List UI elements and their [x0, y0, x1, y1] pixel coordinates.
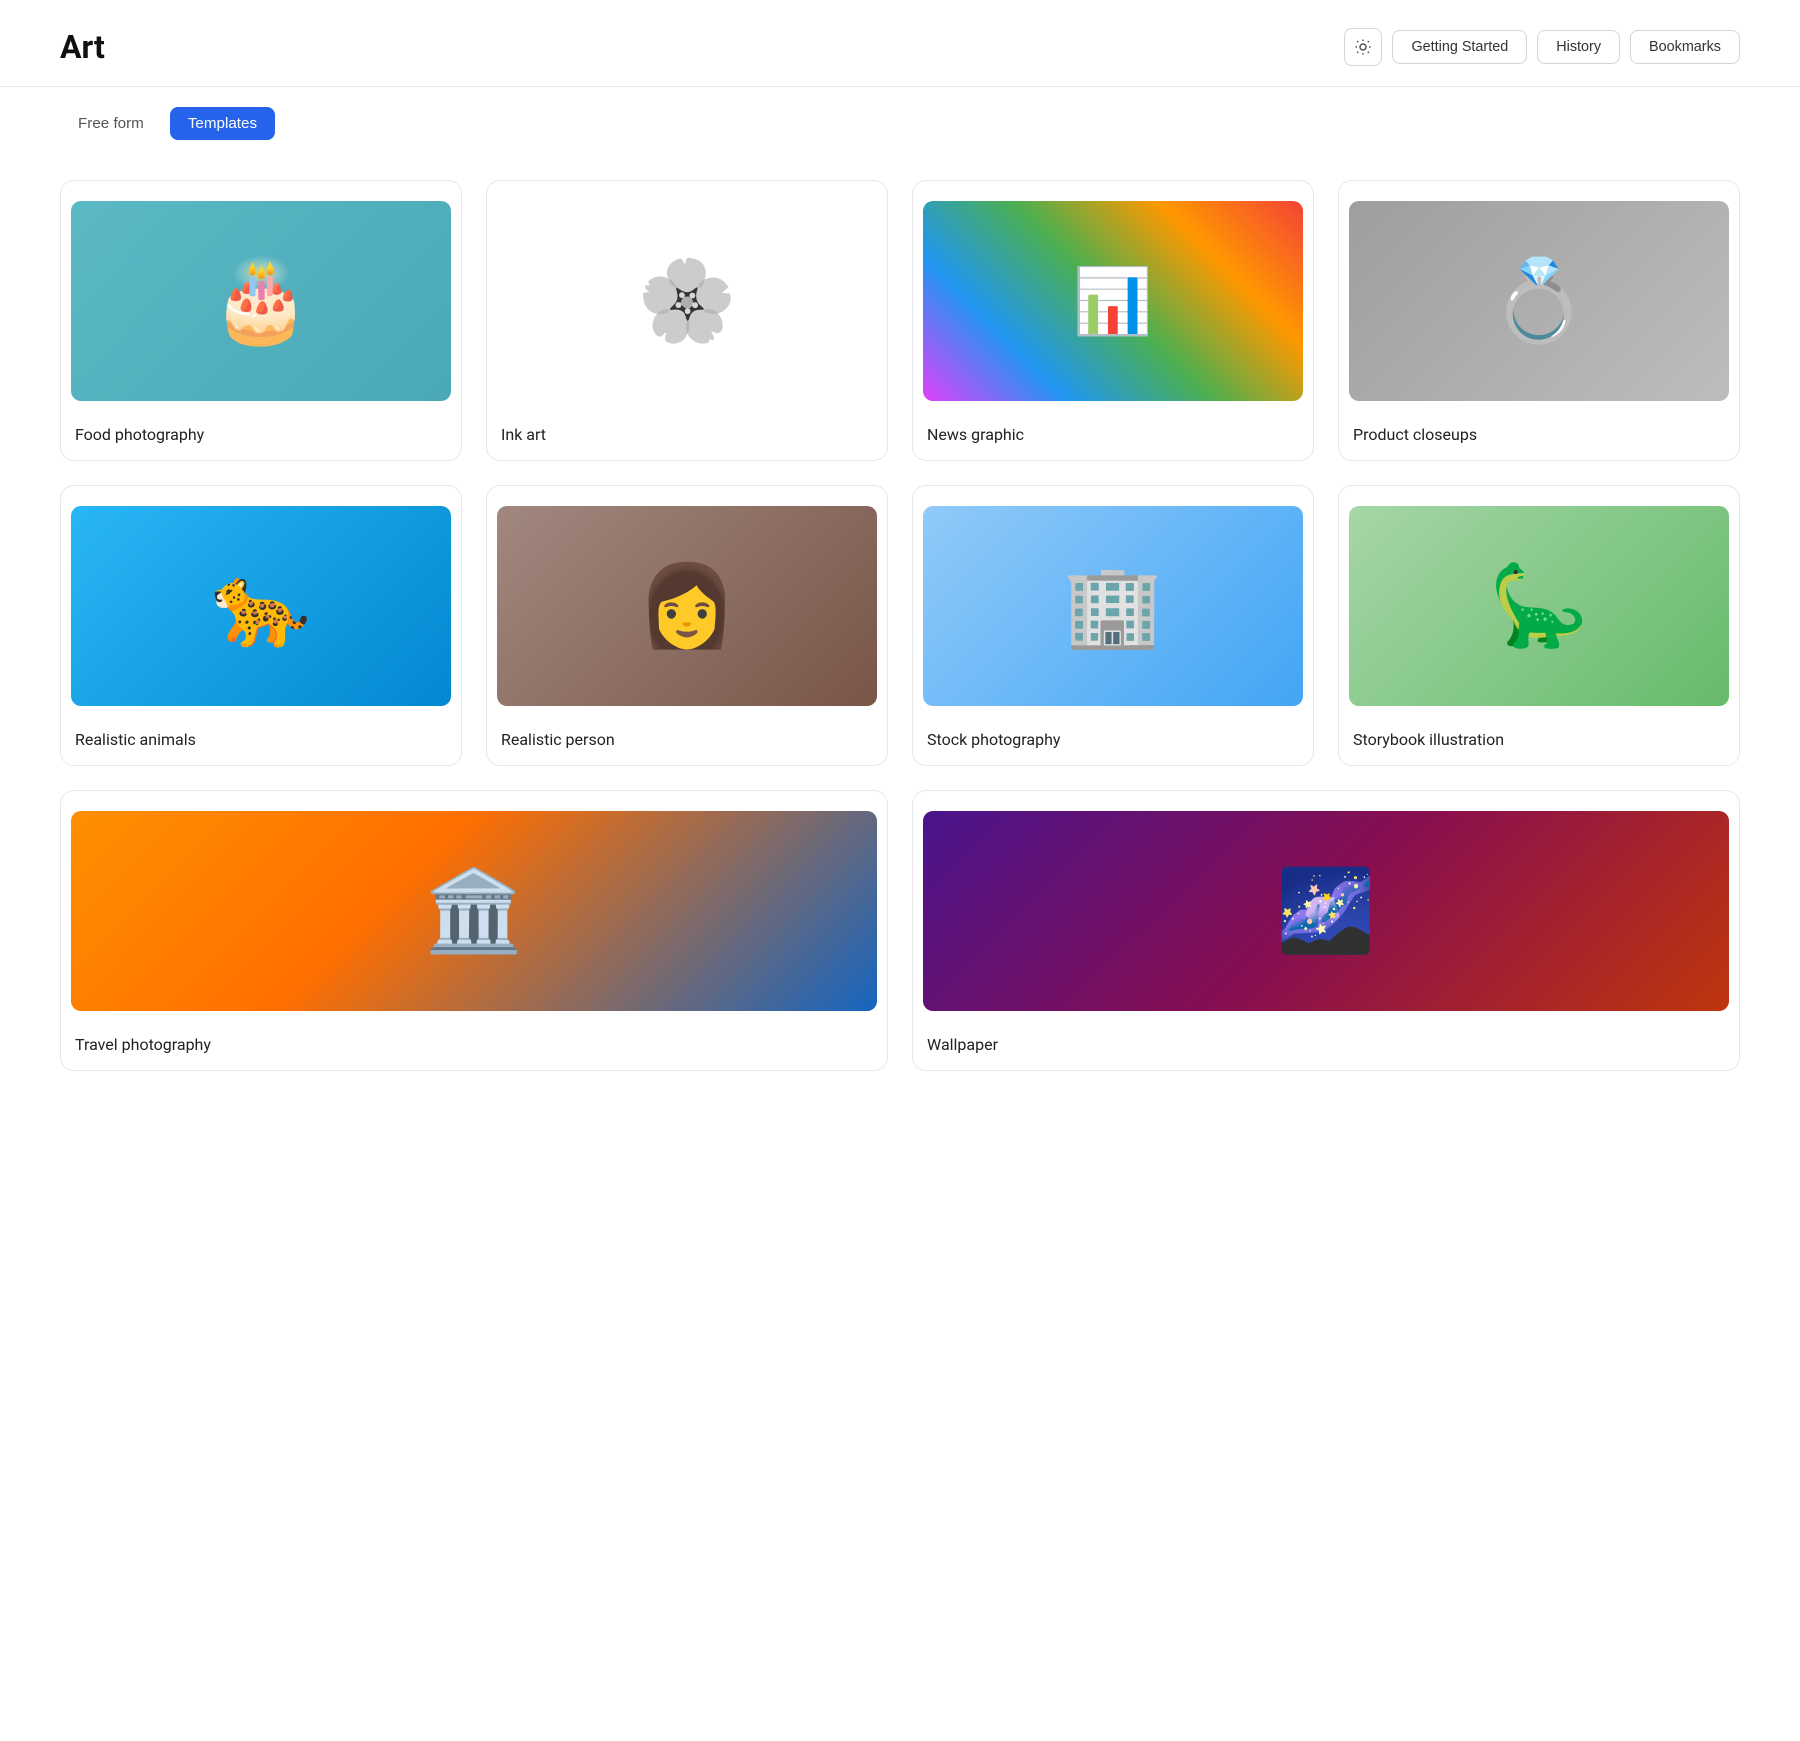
card-label-food-photography: Food photography: [61, 411, 461, 460]
card-label-ink-art: Ink art: [487, 411, 887, 460]
card-label-product-closeups: Product closeups: [1339, 411, 1739, 460]
grid-row-1: Food photography Ink art News graphic Pr…: [60, 180, 1740, 461]
card-wallpaper[interactable]: Wallpaper: [912, 790, 1740, 1071]
history-button[interactable]: History: [1537, 30, 1620, 64]
card-storybook-illustration[interactable]: Storybook illustration: [1338, 485, 1740, 766]
card-image-wrap: [913, 486, 1313, 706]
card-travel-photography[interactable]: Travel photography: [60, 790, 888, 1071]
realistic-animals-image: [71, 506, 451, 706]
card-image-wrap: [1339, 181, 1739, 401]
card-label-realistic-person: Realistic person: [487, 716, 887, 765]
card-label-stock-photography: Stock photography: [913, 716, 1313, 765]
card-stock-photography[interactable]: Stock photography: [912, 485, 1314, 766]
tab-templates[interactable]: Templates: [170, 107, 275, 140]
card-image-wrap: [61, 181, 461, 401]
card-image-wrap: [913, 181, 1313, 401]
app-header: Art Getting Started History Bookmarks: [0, 0, 1800, 87]
card-realistic-animals[interactable]: Realistic animals: [60, 485, 462, 766]
card-ink-art[interactable]: Ink art: [486, 180, 888, 461]
product-closeups-image: [1349, 201, 1729, 401]
card-label-travel-photography: Travel photography: [61, 1021, 887, 1070]
card-image-wrap: [487, 486, 887, 706]
getting-started-button[interactable]: Getting Started: [1392, 30, 1527, 64]
header-actions: Getting Started History Bookmarks: [1344, 28, 1740, 66]
food-photography-image: [71, 201, 451, 401]
travel-photography-image: [71, 811, 877, 1011]
theme-icon: [1354, 38, 1372, 56]
page-title: Art: [60, 28, 105, 66]
card-news-graphic[interactable]: News graphic: [912, 180, 1314, 461]
realistic-person-image: [497, 506, 877, 706]
wallpaper-image: [923, 811, 1729, 1011]
theme-icon-button[interactable]: [1344, 28, 1382, 66]
card-label-wallpaper: Wallpaper: [913, 1021, 1739, 1070]
storybook-illustration-image: [1349, 506, 1729, 706]
card-product-closeups[interactable]: Product closeups: [1338, 180, 1740, 461]
card-label-news-graphic: News graphic: [913, 411, 1313, 460]
grid-row-3: Travel photography Wallpaper: [60, 790, 1740, 1071]
news-graphic-image: [923, 201, 1303, 401]
card-label-realistic-animals: Realistic animals: [61, 716, 461, 765]
template-grid: Food photography Ink art News graphic Pr…: [0, 160, 1800, 1155]
card-image-wrap: [1339, 486, 1739, 706]
ink-art-image: [497, 201, 877, 401]
bookmarks-button[interactable]: Bookmarks: [1630, 30, 1740, 64]
tab-free-form[interactable]: Free form: [60, 107, 162, 140]
card-image-wrap: [61, 791, 887, 1011]
card-food-photography[interactable]: Food photography: [60, 180, 462, 461]
stock-photography-image: [923, 506, 1303, 706]
card-realistic-person[interactable]: Realistic person: [486, 485, 888, 766]
card-image-wrap: [61, 486, 461, 706]
card-image-wrap: [913, 791, 1739, 1011]
tabs-bar: Free form Templates: [0, 87, 1800, 160]
card-image-wrap: [487, 181, 887, 401]
card-label-storybook-illustration: Storybook illustration: [1339, 716, 1739, 765]
grid-row-2: Realistic animals Realistic person Stock…: [60, 485, 1740, 766]
